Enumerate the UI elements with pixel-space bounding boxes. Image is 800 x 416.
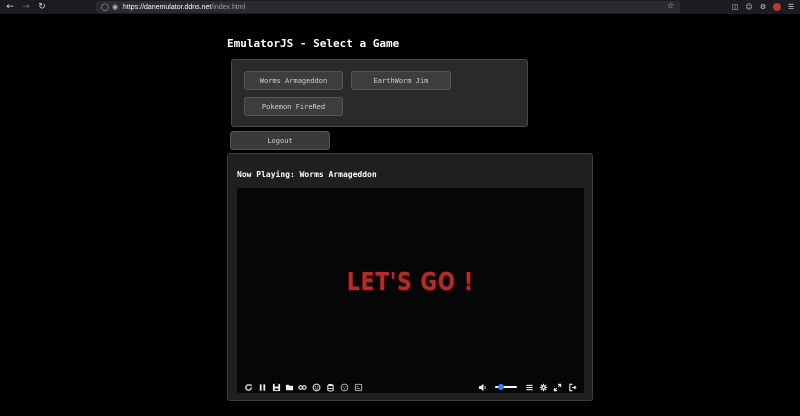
context-icon[interactable] [353,382,363,392]
netplay-icon[interactable] [339,382,349,392]
url-host: https://danemulator.ddns.net [123,3,212,11]
game-list-panel: Worms Armageddon EarthWorm Jim Pokemon F… [231,59,528,127]
lock-icon[interactable]: ◉ [110,2,120,12]
save-icon[interactable] [271,382,281,392]
browser-toolbar: ← → ↻ ◯ ◉ https://danemulator.ddns.net/i… [0,0,800,14]
fullscreen-icon[interactable] [552,382,562,392]
game-screen-text: LET'S GO ! [346,266,475,296]
volume-slider-handle[interactable] [497,384,504,390]
url-path: /index.html [211,3,246,11]
cheats-icon[interactable] [297,382,307,392]
emulator-controls [237,381,584,393]
game-button-worms-armageddon[interactable]: Worms Armageddon [244,71,343,90]
menu-icon[interactable]: ☰ [786,2,796,12]
now-playing-label: Now Playing: Worms Armageddon [237,170,377,179]
logout-button[interactable]: Logout [230,131,330,150]
storage-icon[interactable] [325,382,335,392]
load-icon[interactable] [284,382,294,392]
reload-icon[interactable]: ↻ [34,0,50,14]
url-text: https://danemulator.ddns.net/index.html [123,4,245,11]
account-icon[interactable]: ☺ [744,2,754,12]
restart-icon[interactable] [243,382,253,392]
volume-icon[interactable] [477,382,487,392]
game-button-pokemon-firered[interactable]: Pokemon FireRed [244,97,343,116]
exit-icon[interactable] [567,382,577,392]
pocket-icon[interactable]: ◫ [730,2,740,12]
pause-icon[interactable] [257,382,267,392]
gamepad-icon[interactable] [311,382,321,392]
forward-icon[interactable]: → [18,0,34,14]
page-title: EmulatorJS - Select a Game [227,37,400,50]
bookmark-star-icon[interactable]: ☆ [667,1,674,10]
shield-icon[interactable]: ◯ [100,2,110,12]
extension-badge-icon[interactable] [772,2,782,12]
menu-icon[interactable] [524,382,534,392]
extensions-icon[interactable]: ⚙ [758,2,768,12]
back-icon[interactable]: ← [2,0,18,14]
address-bar[interactable]: ◯ ◉ https://danemulator.ddns.net/index.h… [96,1,680,13]
settings-icon[interactable] [538,382,548,392]
toolbar-right: ◫ ☺ ⚙ ☰ [730,0,796,14]
game-button-earthworm-jim[interactable]: EarthWorm Jim [351,71,451,90]
volume-slider[interactable] [495,384,517,390]
emulator-screen[interactable]: LET'S GO ! [237,188,584,381]
player-panel: Now Playing: Worms Armageddon LET'S GO ! [227,153,593,401]
